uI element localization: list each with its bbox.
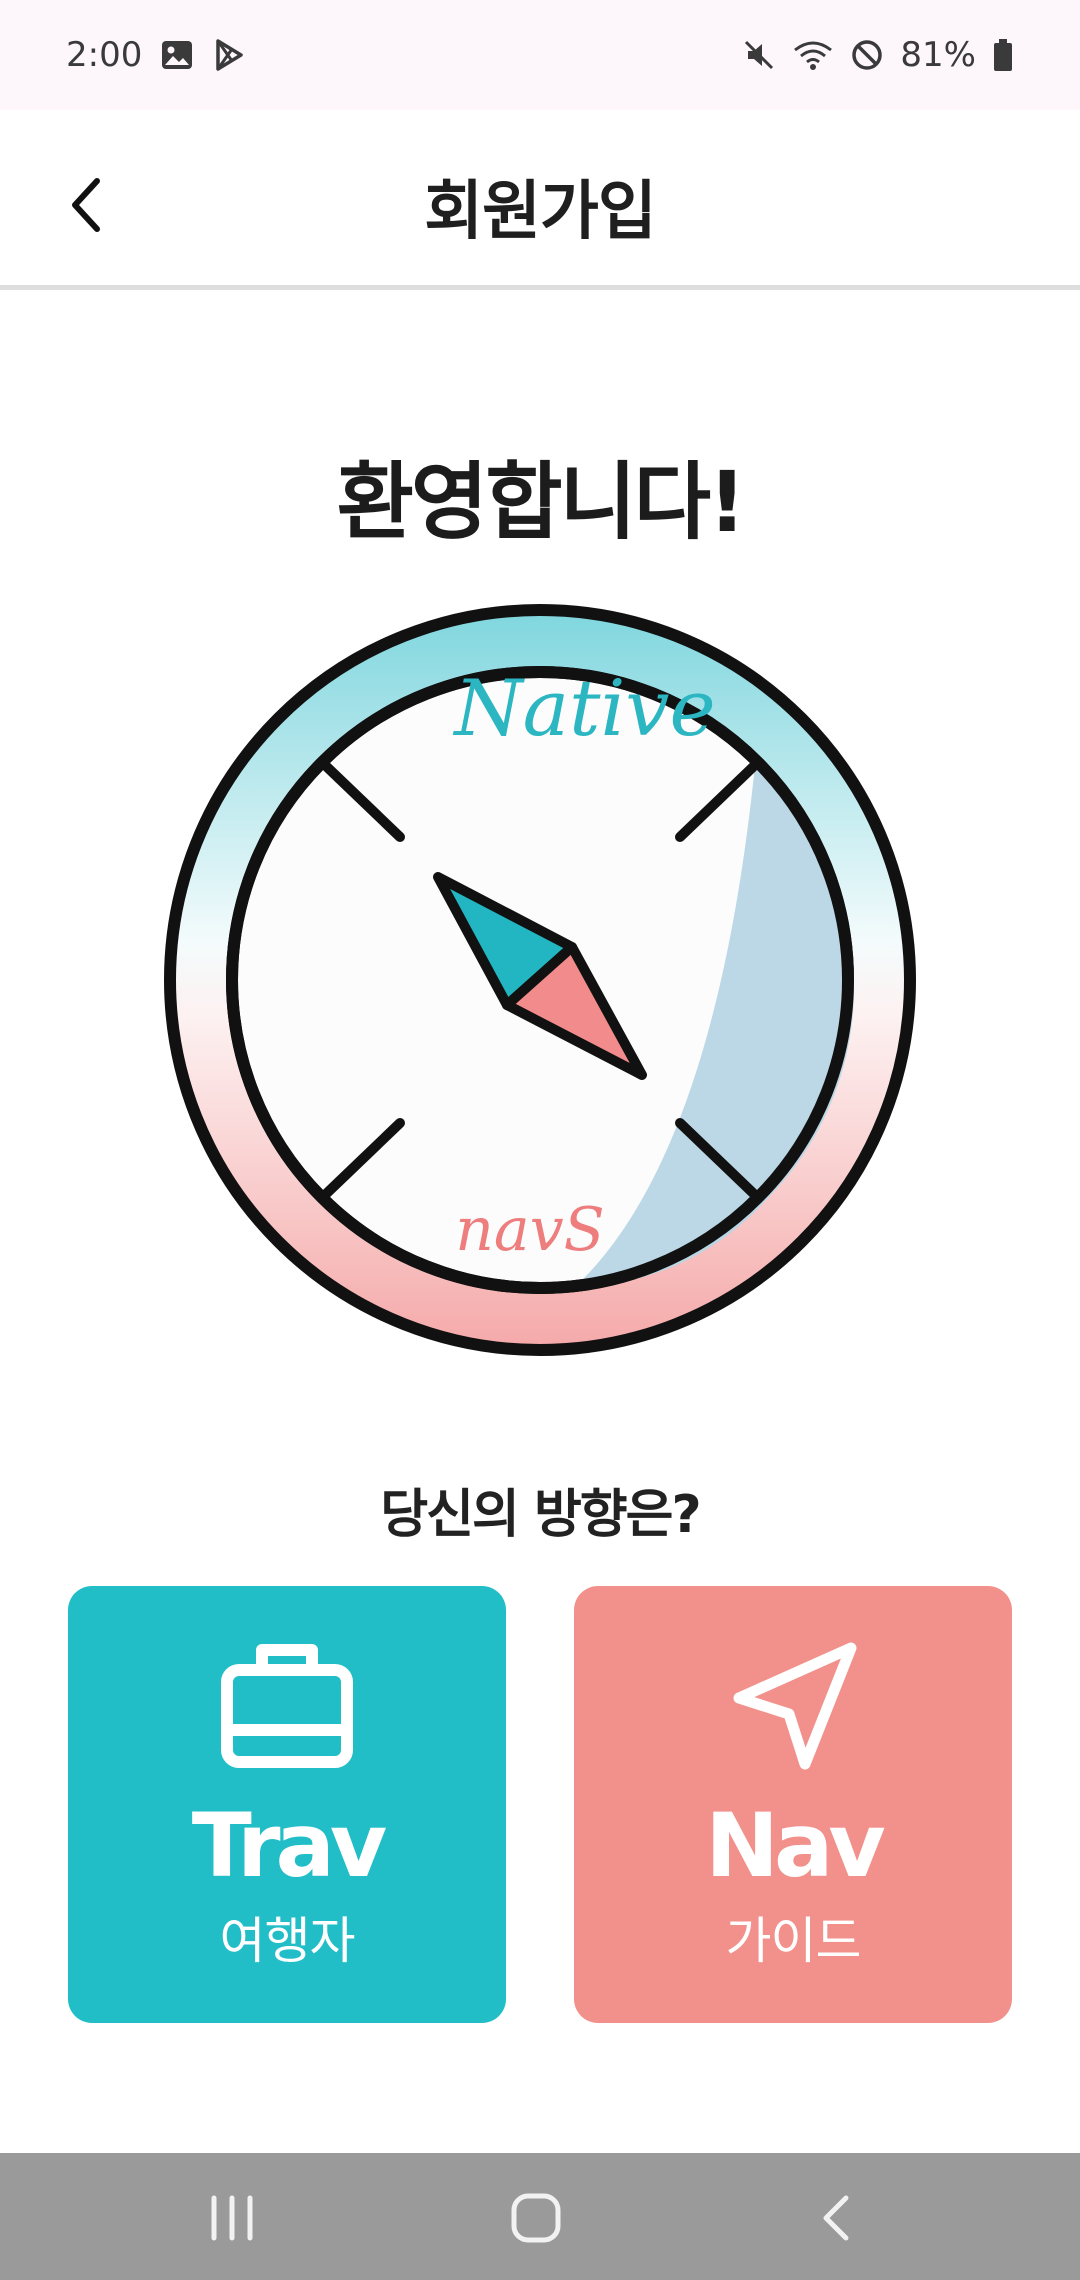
mute-icon xyxy=(742,38,776,72)
briefcase-icon xyxy=(221,1644,353,1768)
guide-role-button[interactable]: Nav 가이드 xyxy=(574,1586,1012,2023)
recent-apps-icon xyxy=(211,2195,253,2241)
logo-top-text: Native xyxy=(452,664,715,754)
guide-role-subtitle: 가이드 xyxy=(725,1912,862,1970)
traveler-role-button[interactable]: Trav 여행자 xyxy=(68,1586,506,2023)
recent-apps-button[interactable] xyxy=(172,2173,292,2263)
system-back-button[interactable] xyxy=(778,2173,898,2263)
app-bar: 회원가입 xyxy=(0,110,1080,290)
logo-bottom-text: navS xyxy=(455,1195,604,1265)
back-icon xyxy=(823,2195,849,2241)
system-nav-bar xyxy=(0,2153,1080,2280)
navigation-arrow-icon xyxy=(733,1642,857,1770)
direction-question: 당신의 방향은? xyxy=(380,1485,701,1545)
compass-logo: Native navS xyxy=(155,595,925,1365)
traveler-role-subtitle: 여행자 xyxy=(219,1912,356,1970)
do-not-disturb-icon xyxy=(850,38,884,72)
home-button[interactable] xyxy=(476,2173,596,2263)
home-icon xyxy=(511,2193,561,2243)
battery-text: 81% xyxy=(900,35,976,75)
welcome-heading: 환영합니다! xyxy=(336,453,747,551)
status-bar: 2:00 81% xyxy=(0,0,1080,110)
status-time: 2:00 xyxy=(66,35,143,75)
battery-icon xyxy=(992,38,1014,72)
gallery-icon xyxy=(160,38,194,72)
traveler-role-title: Trav xyxy=(191,1794,388,1897)
guide-role-title: Nav xyxy=(705,1794,885,1897)
play-store-icon xyxy=(212,38,246,72)
page-title: 회원가입 xyxy=(424,175,657,249)
wifi-icon xyxy=(792,38,834,72)
signup-screen: 2:00 81% 회원가입 환영합니다! Native navS 당신의 방향은… xyxy=(0,0,1080,2280)
